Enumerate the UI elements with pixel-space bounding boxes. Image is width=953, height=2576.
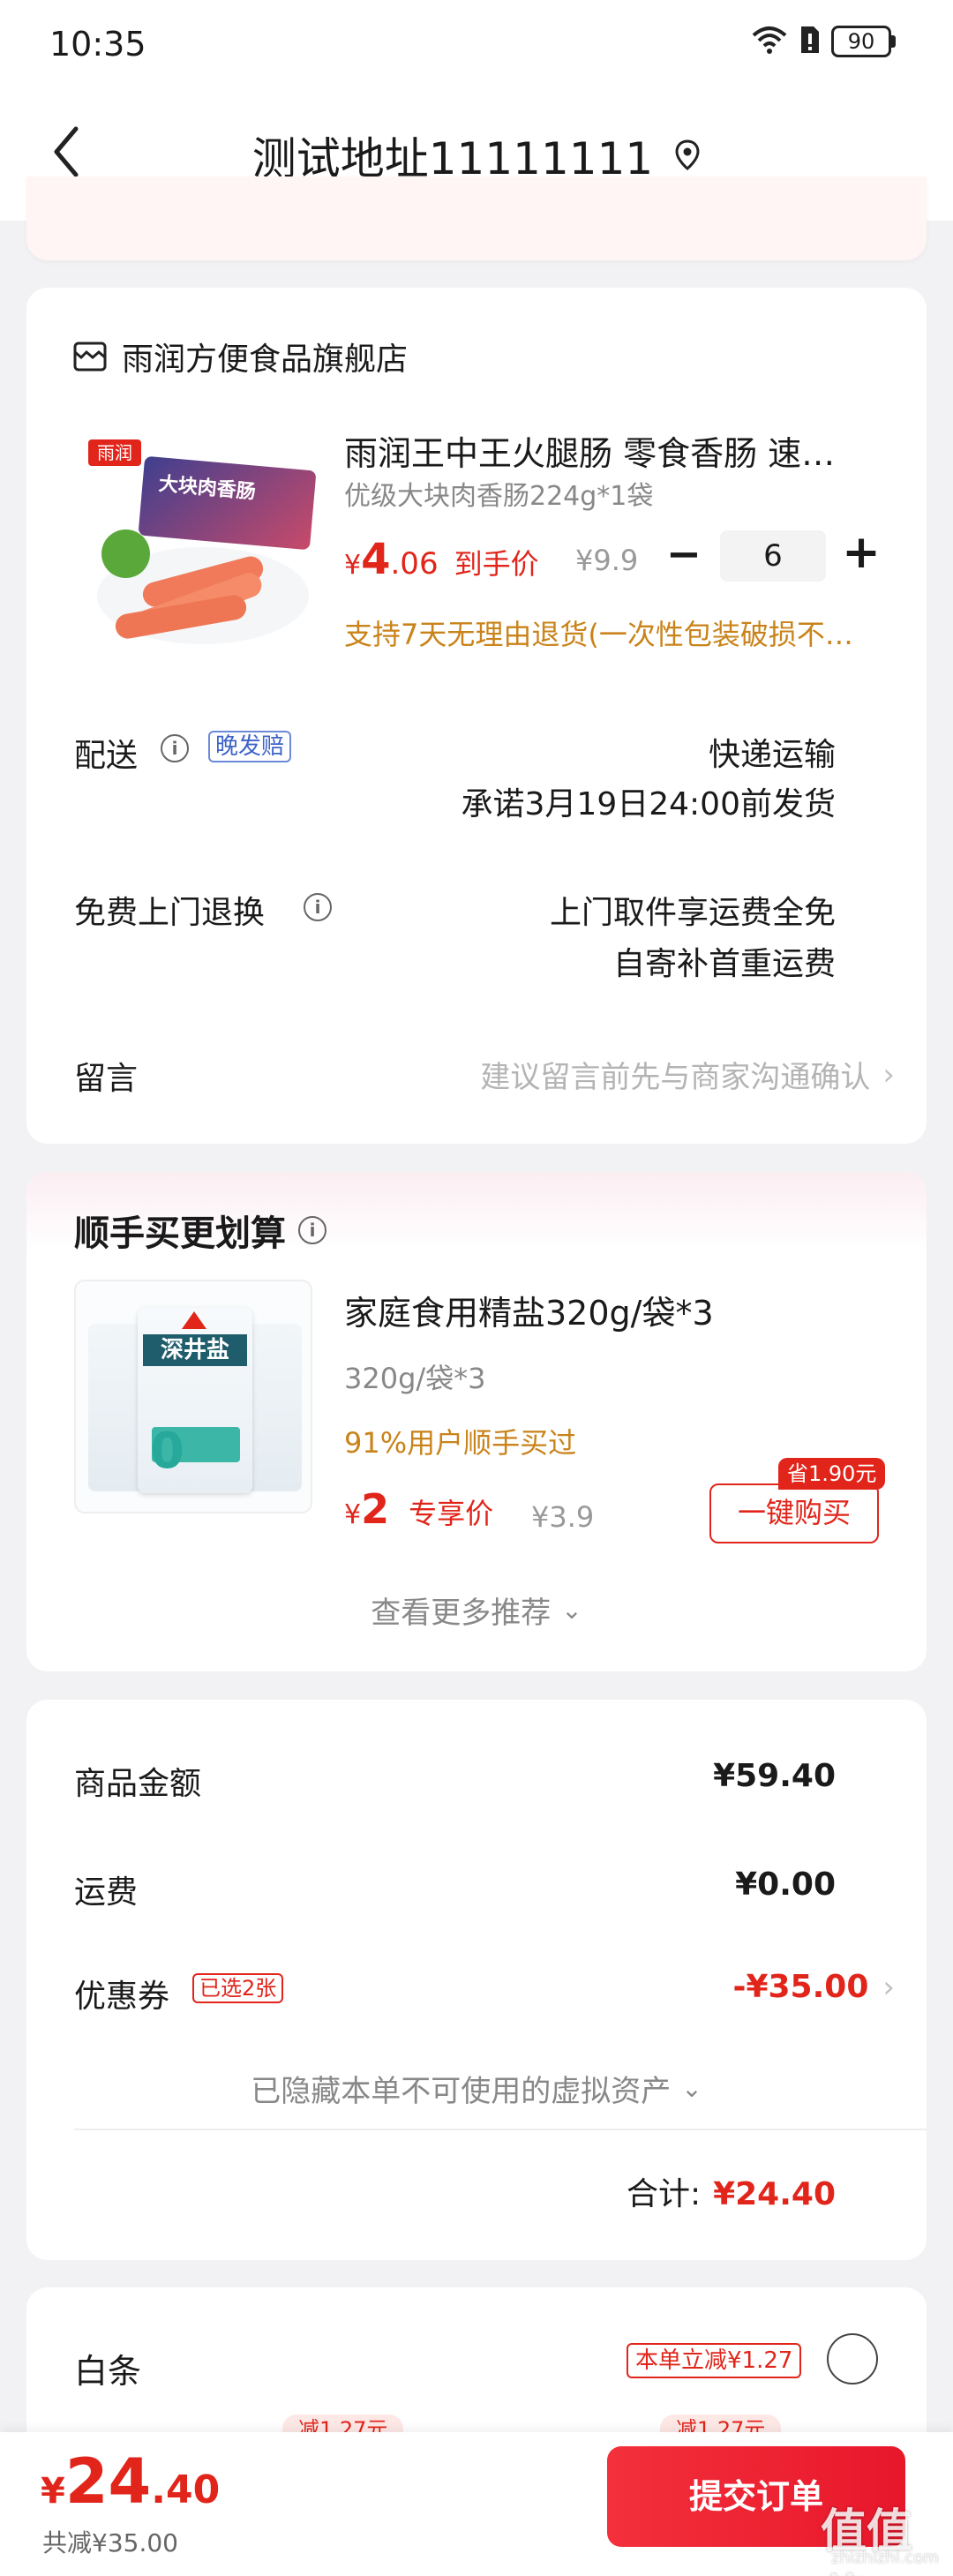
store-name: 雨润方便食品旗舰店 xyxy=(122,342,409,378)
wifi-icon xyxy=(750,25,789,58)
shop-icon xyxy=(73,342,107,372)
addon-info-icon[interactable]: i xyxy=(298,1216,326,1244)
product-brand-logo: 雨润 xyxy=(88,439,141,466)
more-recommendations-text: 查看更多推荐 xyxy=(371,1596,552,1631)
addon-package-text: 深井盐 xyxy=(143,1334,247,1366)
addon-product-title[interactable]: 家庭食用精盐320g/袋*3 xyxy=(344,1286,714,1334)
sim-alert-icon xyxy=(799,25,821,58)
payment-promo-badge: 本单立减¥1.27 xyxy=(627,2343,802,2378)
battery-icon: 90 xyxy=(831,26,896,57)
price-label: 到手价 xyxy=(454,547,539,581)
delivery-label: 配送 xyxy=(74,738,139,774)
addon-price-currency: ¥ xyxy=(344,1499,362,1530)
message-placeholder: 建议留言前先与商家沟通确认 xyxy=(480,1060,871,1095)
addon-price: ¥ 2 专享价 xyxy=(344,1485,493,1533)
return-service-line2: 自寄补首重运费 xyxy=(612,946,836,982)
message-label: 留言 xyxy=(74,1061,139,1097)
delivery-info-icon[interactable]: i xyxy=(161,734,189,762)
goods-amount-label: 商品金额 xyxy=(74,1766,202,1802)
price-decimal: .06 xyxy=(390,546,439,582)
bottom-discount-text: 共减¥35.00 xyxy=(42,2528,178,2557)
product-spec[interactable]: 优级大块肉香肠224g*1袋 xyxy=(344,474,653,513)
payment-method-label: 白条 xyxy=(74,2352,142,2391)
return-policy[interactable]: 支持7天无理由退货(一次性包装破损不… xyxy=(344,612,853,653)
more-recommendations-button[interactable]: 查看更多推荐 ⌄ xyxy=(0,1588,953,1632)
product-title[interactable]: 雨润王中王火腿肠 零食香肠 速… xyxy=(344,426,835,475)
hidden-assets-toggle[interactable]: 已隐藏本单不可使用的虚拟资产 ⌄ xyxy=(0,2067,953,2110)
coupon-value: -¥35.00 xyxy=(732,1969,869,2005)
addon-social-proof: 91%用户顺手买过 xyxy=(344,1426,577,1460)
total-value: ¥24.40 xyxy=(713,2176,836,2212)
late-delivery-badge[interactable]: 晚发赔 xyxy=(208,731,292,762)
addon-product-spec: 320g/袋*3 xyxy=(344,1362,486,1395)
location-pin-icon xyxy=(675,139,700,170)
payment-radio[interactable] xyxy=(827,2333,878,2384)
previous-card-edge xyxy=(26,176,927,260)
summary-divider xyxy=(74,2129,927,2130)
return-info-icon[interactable]: i xyxy=(304,893,332,921)
goods-amount-value: ¥59.40 xyxy=(713,1758,836,1794)
addon-title-text: 顺手买更划算 xyxy=(74,1213,286,1254)
quantity-input[interactable]: 6 xyxy=(720,530,826,582)
shipping-label: 运费 xyxy=(74,1874,139,1911)
bottom-discount: 共减¥35.00 xyxy=(42,2524,178,2559)
chevron-down-icon: ⌄ xyxy=(681,2074,702,2103)
price-integer: 4 xyxy=(361,535,391,584)
bottom-total: ¥ 24 .40 xyxy=(41,2445,220,2518)
chevron-right-icon: › xyxy=(882,1056,895,1093)
addon-title: 顺手买更划算 i xyxy=(74,1205,326,1256)
price-currency: ¥ xyxy=(344,550,362,581)
total-row: 合计: ¥24.40 xyxy=(627,2168,836,2214)
delivery-method[interactable]: 快递运输 xyxy=(709,729,836,775)
product-image[interactable]: 雨润 大块肉香肠 xyxy=(79,415,318,653)
store-header[interactable]: 雨润方便食品旗舰店 xyxy=(72,334,408,379)
chevron-right-icon: › xyxy=(882,1969,895,2005)
bottom-total-decimal: .40 xyxy=(151,2467,221,2512)
addon-price-value: 2 xyxy=(361,1485,390,1533)
status-icons: 90 xyxy=(750,25,896,58)
return-service-label: 免费上门退换 xyxy=(74,895,266,931)
chevron-down-icon: ⌄ xyxy=(561,1596,582,1625)
status-time: 10:35 xyxy=(49,25,146,64)
shipping-value: ¥0.00 xyxy=(735,1866,836,1903)
coupon-label: 优惠券 xyxy=(74,1979,170,2015)
bottom-total-integer: 24 xyxy=(64,2445,152,2518)
return-service-line1: 上门取件享运费全免 xyxy=(549,895,836,931)
bottom-total-currency: ¥ xyxy=(41,2471,65,2512)
addon-original-price: ¥3.9 xyxy=(531,1500,595,1534)
addon-product-image[interactable]: 深井盐 0 xyxy=(74,1280,312,1513)
coupon-row-button[interactable]: -¥35.00 › xyxy=(733,1969,895,2005)
addon-price-label: 专享价 xyxy=(409,1497,494,1530)
hidden-assets-text: 已隐藏本单不可使用的虚拟资产 xyxy=(251,2074,672,2109)
quantity-increase-button[interactable]: + xyxy=(837,526,886,579)
product-price: ¥ 4 .06 到手价 xyxy=(344,535,539,584)
one-click-buy-button[interactable]: 一键购买 xyxy=(709,1483,879,1543)
battery-level: 90 xyxy=(831,26,891,57)
quantity-decrease-button[interactable]: − xyxy=(662,528,706,581)
coupon-selected-badge[interactable]: 已选2张 xyxy=(192,1973,284,2003)
original-price: ¥9.9 xyxy=(575,544,639,577)
delivery-promise[interactable]: 承诺3月19日24:00前发货 xyxy=(461,778,836,824)
watermark-url: zhizhizhi.com xyxy=(831,2549,939,2567)
total-label: 合计: xyxy=(626,2176,702,2212)
message-input[interactable]: 建议留言前先与商家沟通确认 › xyxy=(480,1053,895,1096)
